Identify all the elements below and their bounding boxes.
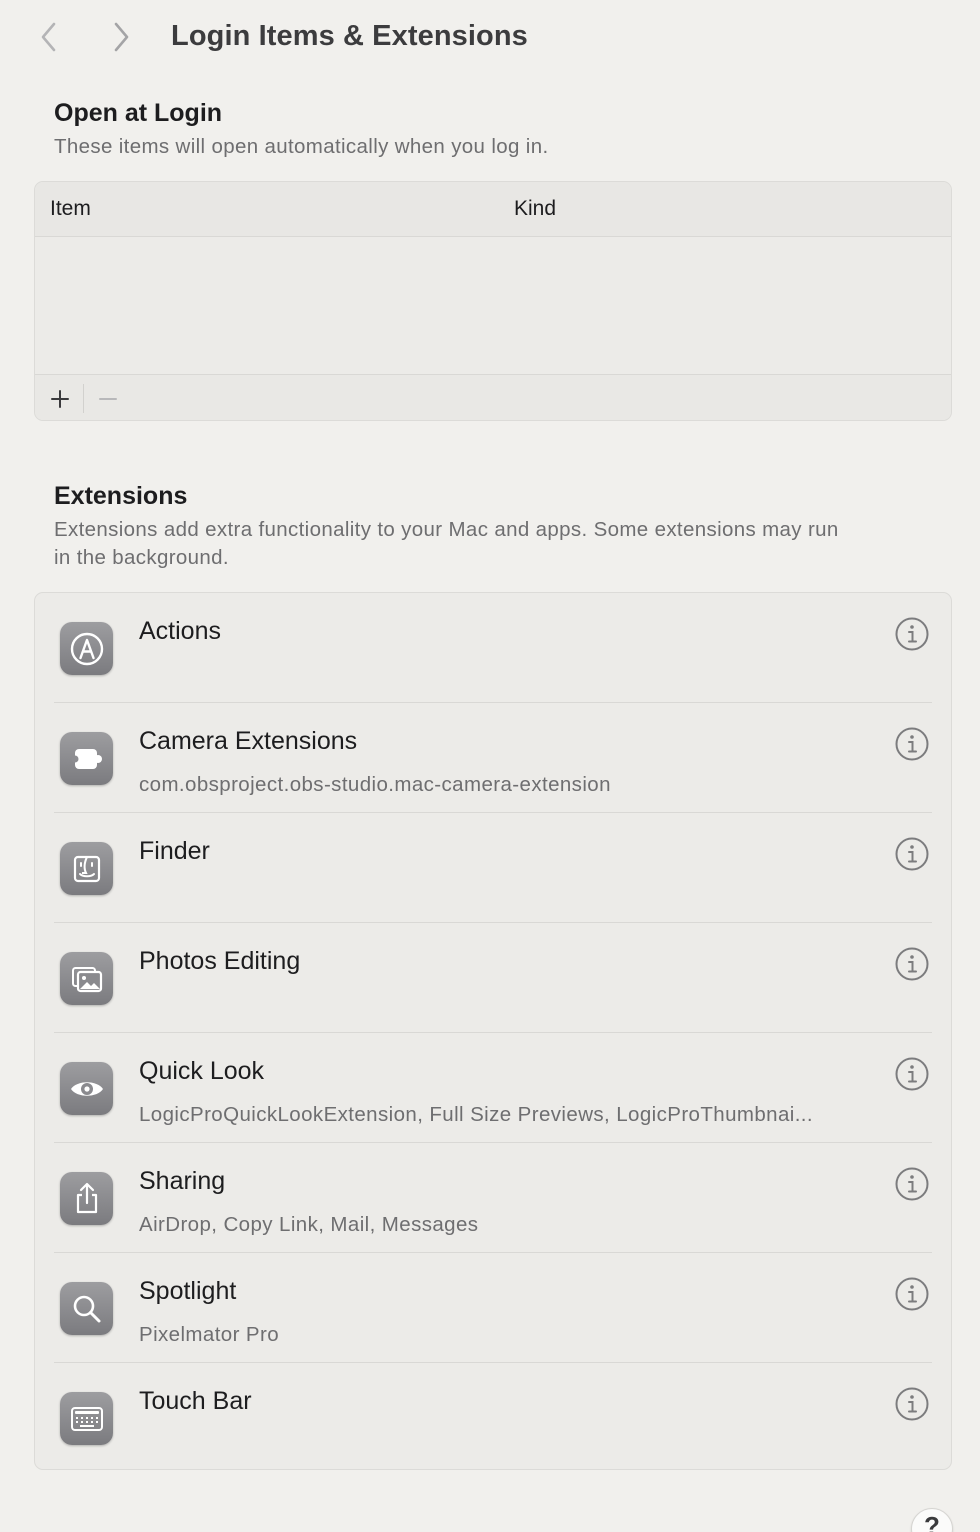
camera-extension-icon: [60, 732, 113, 785]
photos-icon: [60, 952, 113, 1005]
back-button[interactable]: [32, 18, 68, 56]
column-header-item[interactable]: Item: [50, 197, 91, 221]
info-icon: [895, 727, 929, 761]
extension-name: Touch Bar: [139, 1387, 252, 1415]
table-body-empty[interactable]: [35, 237, 951, 374]
extension-name: Quick Look: [139, 1057, 265, 1085]
add-login-item-button[interactable]: [37, 375, 83, 420]
extension-name: Finder: [139, 837, 210, 865]
extension-name: Actions: [139, 617, 221, 645]
info-icon: [895, 1057, 929, 1091]
extension-row-sharing[interactable]: Sharing AirDrop, Copy Link, Mail, Messag…: [35, 1143, 951, 1253]
info-button-actions[interactable]: [894, 616, 930, 652]
extension-name: Sharing: [139, 1167, 226, 1195]
info-button-touch-bar[interactable]: [894, 1386, 930, 1422]
help-button[interactable]: ?: [911, 1508, 953, 1532]
extension-subtitle: AirDrop, Copy Link, Mail, Messages: [139, 1213, 479, 1236]
info-icon: [895, 947, 929, 981]
info-button-finder[interactable]: [894, 836, 930, 872]
forward-button[interactable]: [104, 18, 140, 56]
extension-row-finder[interactable]: Finder: [35, 813, 951, 923]
extension-row-actions[interactable]: Actions: [35, 593, 951, 703]
eye-icon: [60, 1062, 113, 1115]
extension-name: Camera Extensions: [139, 727, 358, 755]
extension-row-camera-extensions[interactable]: Camera Extensions com.obsproject.obs-stu…: [35, 703, 951, 813]
extension-row-quick-look[interactable]: Quick Look LogicProQuickLookExtension, F…: [35, 1033, 951, 1143]
login-items-table: Item Kind: [34, 181, 952, 421]
extensions-list: Actions Camera Extensions com.obsproject…: [34, 592, 952, 1470]
extensions-description-line2: in the background.: [54, 546, 229, 569]
button-separator: [83, 384, 84, 413]
info-button-sharing[interactable]: [894, 1166, 930, 1202]
extension-subtitle: Pixelmator Pro: [139, 1323, 280, 1346]
column-header-kind[interactable]: Kind: [514, 197, 556, 221]
info-icon: [895, 617, 929, 651]
info-icon: [895, 837, 929, 871]
open-at-login-title: Open at Login: [54, 99, 223, 127]
share-icon: [60, 1172, 113, 1225]
help-label: ?: [924, 1511, 940, 1532]
minus-icon: [99, 397, 117, 400]
info-button-quick-look[interactable]: [894, 1056, 930, 1092]
actions-icon: [60, 622, 113, 675]
open-at-login-description: These items will open automatically when…: [54, 135, 549, 158]
window-title: Login Items & Extensions: [171, 20, 528, 52]
system-settings-window: Login Items & Extensions Open at Login T…: [0, 0, 980, 1532]
extension-row-photos-editing[interactable]: Photos Editing: [35, 923, 951, 1033]
extension-name: Photos Editing: [139, 947, 301, 975]
extension-subtitle: LogicProQuickLookExtension, Full Size Pr…: [139, 1103, 813, 1126]
extensions-title: Extensions: [54, 482, 188, 510]
extension-name: Spotlight: [139, 1277, 237, 1305]
keyboard-icon: [60, 1392, 113, 1445]
toolbar: Login Items & Extensions: [0, 0, 980, 76]
extension-subtitle: com.obsproject.obs-studio.mac-camera-ext…: [139, 773, 611, 796]
plus-icon: [51, 389, 69, 408]
extension-row-touch-bar[interactable]: Touch Bar: [35, 1363, 951, 1473]
table-header: Item Kind: [35, 182, 951, 237]
info-icon: [895, 1277, 929, 1311]
info-button-photos-editing[interactable]: [894, 946, 930, 982]
info-icon: [895, 1167, 929, 1201]
magnifier-icon: [60, 1282, 113, 1335]
table-footer: [35, 374, 951, 420]
info-button-spotlight[interactable]: [894, 1276, 930, 1312]
info-icon: [895, 1387, 929, 1421]
finder-icon: [60, 842, 113, 895]
chevron-left-icon: [41, 22, 56, 52]
extension-row-spotlight[interactable]: Spotlight Pixelmator Pro: [35, 1253, 951, 1363]
chevron-right-icon: [114, 22, 129, 52]
extensions-description-line1: Extensions add extra functionality to yo…: [54, 518, 839, 541]
remove-login-item-button[interactable]: [85, 375, 131, 420]
info-button-camera-extensions[interactable]: [894, 726, 930, 762]
